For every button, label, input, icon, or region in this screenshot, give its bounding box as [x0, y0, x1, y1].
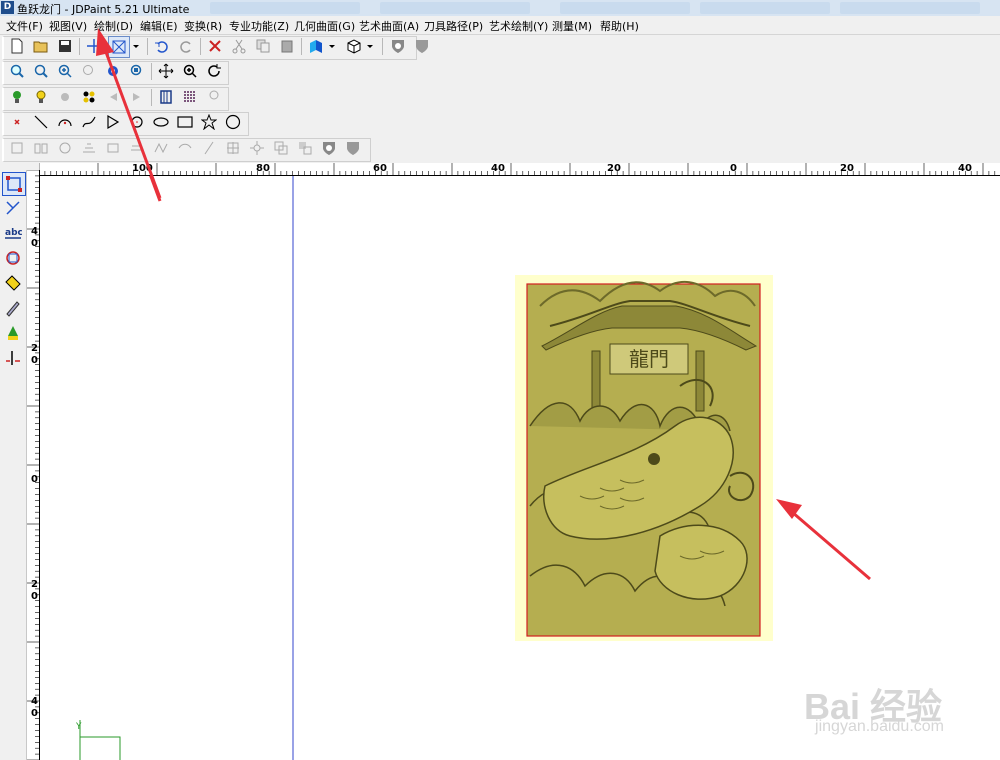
toolpath-tool-icon[interactable]: [2, 347, 24, 369]
open-folder-icon[interactable]: [31, 36, 51, 56]
background-tab: [560, 2, 690, 14]
window-title: 鱼跃龙门 - JDPaint 5.21 Ultimate: [17, 3, 190, 16]
background-tab: [210, 2, 360, 14]
light-spot-icon[interactable]: [55, 87, 75, 107]
svg-text:abc: abc: [5, 228, 22, 238]
shield-shade-icon[interactable]: [343, 138, 363, 158]
new-file-icon[interactable]: [7, 36, 27, 56]
shield-shade-icon[interactable]: [412, 36, 432, 56]
art-tool-9-icon[interactable]: [199, 138, 219, 158]
node-edit-icon[interactable]: [2, 197, 24, 219]
drawing-canvas[interactable]: Y 龍門: [40, 176, 1000, 760]
left-toolbar: abc: [0, 170, 27, 760]
redo-icon[interactable]: [176, 36, 196, 56]
dragon-gate-relief[interactable]: 龍門: [526, 280, 761, 637]
menu-measure[interactable]: 测量(M): [552, 18, 592, 34]
menu-geometric-surface[interactable]: 几何曲面(G): [294, 18, 355, 34]
line-icon[interactable]: [31, 112, 51, 132]
ruler-label: 0: [31, 355, 38, 366]
app-icon: D: [1, 1, 14, 14]
zoom-window-icon[interactable]: [7, 61, 27, 81]
menu-toolpath[interactable]: 刀具路径(P): [424, 18, 483, 34]
arc-icon[interactable]: [55, 112, 75, 132]
art-tool-12-icon[interactable]: [271, 138, 291, 158]
bulb-yellow-icon[interactable]: [31, 87, 51, 107]
menu-help[interactable]: 帮助(H): [600, 18, 639, 34]
shield-render-icon[interactable]: [319, 138, 339, 158]
art-tool-3-icon[interactable]: [55, 138, 75, 158]
ruler-label: 0: [31, 238, 38, 249]
paste-icon[interactable]: [277, 36, 297, 56]
light-bulb-gray-icon[interactable]: [204, 87, 224, 107]
lines-icon[interactable]: [180, 87, 200, 107]
zoom-realtime-icon[interactable]: [180, 61, 200, 81]
origin-axes-icon: Y: [75, 720, 121, 760]
menu-file[interactable]: 文件(F): [6, 18, 43, 34]
rotate-view-icon[interactable]: [204, 61, 224, 81]
color-layer-icon[interactable]: [306, 36, 326, 56]
vertical-ruler: 4 0 2 0 0 2 0 4 0: [27, 170, 40, 760]
circle-icon[interactable]: [223, 112, 243, 132]
standard-toolbar: [0, 35, 428, 60]
bulb-green-icon[interactable]: [7, 87, 27, 107]
measure-tool-icon[interactable]: [2, 272, 24, 294]
star-icon[interactable]: [199, 112, 219, 132]
menu-transform[interactable]: 变换(R): [184, 18, 222, 34]
zoom-in-icon[interactable]: [55, 61, 75, 81]
save-icon[interactable]: [55, 36, 75, 56]
ruler-label: 40: [958, 163, 972, 174]
shield-render-icon[interactable]: [388, 36, 408, 56]
background-tab: [380, 2, 530, 14]
3d-box-icon[interactable]: [344, 36, 364, 56]
baidu-watermark-url: jingyan.baidu.com: [815, 718, 944, 735]
annotation-arrow-relief: [776, 499, 871, 581]
ruler-label: 20: [840, 163, 854, 174]
menu-art-surface[interactable]: 艺术曲面(A): [359, 18, 419, 34]
menu-art-draw[interactable]: 艺术绘制(Y): [489, 18, 548, 34]
art-tool-1-icon[interactable]: [7, 138, 27, 158]
ruler-label: 2: [31, 343, 38, 354]
zoom-out-icon[interactable]: [31, 61, 51, 81]
annotation-arrow-head-menu: [96, 28, 162, 199]
sculpt-tool-icon[interactable]: [2, 297, 24, 319]
ruler-label: 80: [256, 163, 270, 174]
horizontal-ruler: 100 80 60 40 20 0 20 40: [39, 163, 1000, 176]
art-tool-11-icon[interactable]: [247, 138, 267, 158]
art-tool-13-icon[interactable]: [295, 138, 315, 158]
ruler-label: 0: [31, 591, 38, 602]
ruler-label: 40: [491, 163, 505, 174]
ruler-label: 2: [31, 579, 38, 590]
ruler-label: 0: [730, 163, 737, 174]
ruler-label: 4: [31, 226, 38, 237]
svg-text:Y: Y: [75, 722, 82, 732]
art-tool-2-icon[interactable]: [31, 138, 51, 158]
ruler-label: 0: [31, 708, 38, 719]
ruler-label: 4: [31, 696, 38, 707]
title-bar: D 鱼跃龙门 - JDPaint 5.21 Ultimate: [0, 0, 1000, 16]
background-tab: [700, 2, 830, 14]
select-tool-icon[interactable]: [2, 172, 26, 196]
ruler-label: 20: [607, 163, 621, 174]
ruler-label: 60: [373, 163, 387, 174]
art-toolbar: [0, 137, 372, 162]
copy-icon[interactable]: [253, 36, 273, 56]
point-icon[interactable]: [7, 112, 27, 132]
text-tool-icon[interactable]: abc: [2, 222, 24, 244]
plaque-text: 龍門: [629, 347, 669, 371]
dropdown-arrow-icon[interactable]: [364, 36, 376, 56]
cut-icon[interactable]: [229, 36, 249, 56]
rectangle-icon[interactable]: [175, 112, 195, 132]
background-tab: [840, 2, 980, 14]
art-tool-10-icon[interactable]: [223, 138, 243, 158]
menu-professional[interactable]: 专业功能(Z): [229, 18, 289, 34]
relief-tool-icon[interactable]: [2, 322, 24, 344]
delete-icon[interactable]: [205, 36, 225, 56]
ruler-label: 0: [31, 474, 38, 485]
transform-tool-icon[interactable]: [2, 247, 24, 269]
art-tool-8-icon[interactable]: [175, 138, 195, 158]
dropdown-arrow-icon[interactable]: [326, 36, 338, 56]
